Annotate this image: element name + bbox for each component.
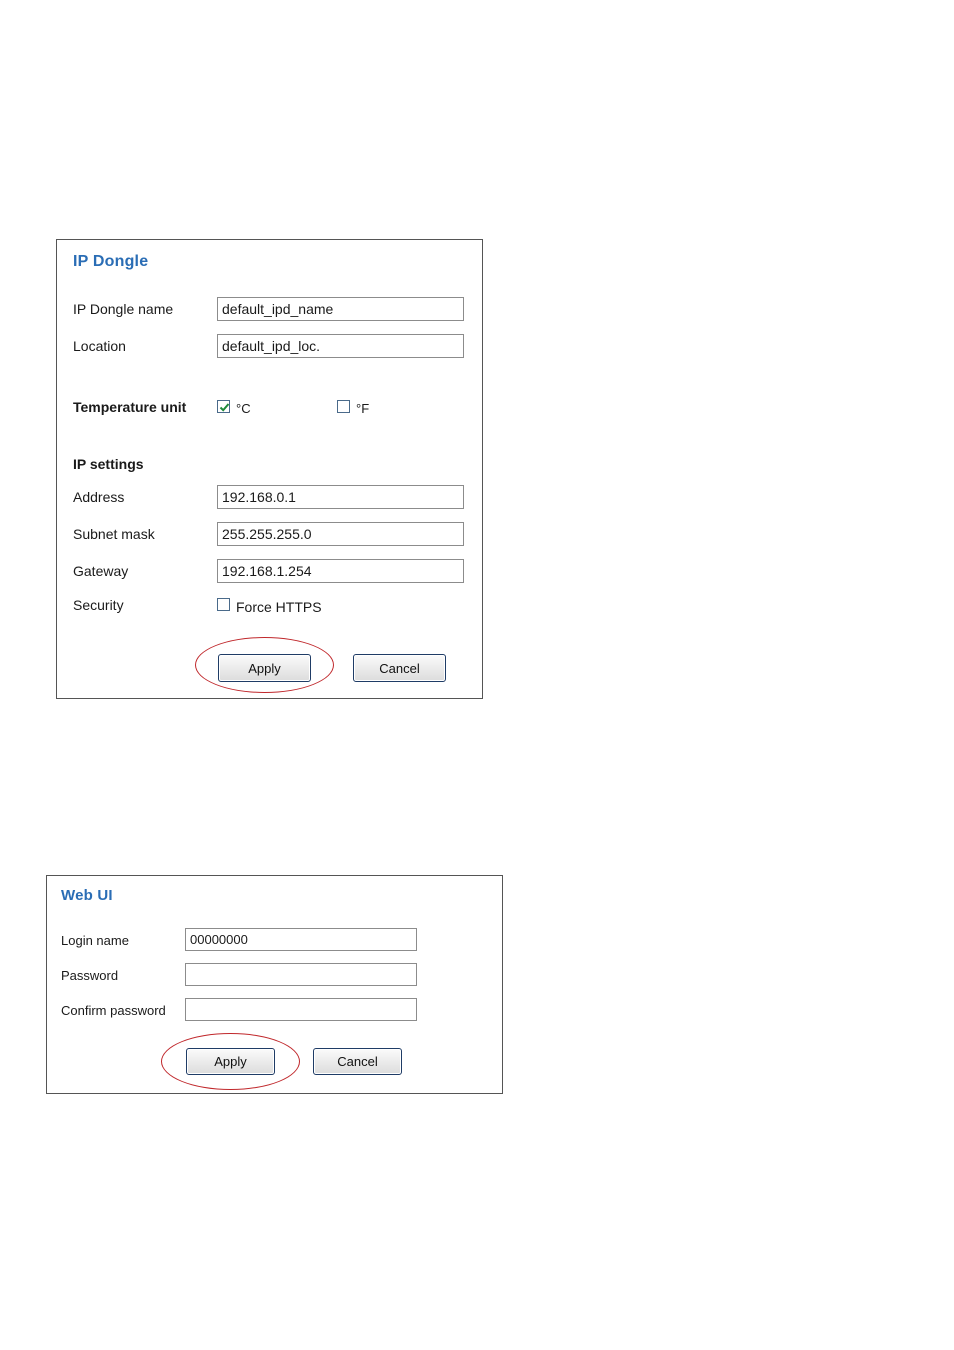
web-ui-apply-button[interactable]: Apply <box>186 1048 275 1075</box>
address-label: Address <box>73 489 125 505</box>
password-input[interactable] <box>185 963 417 986</box>
temperature-unit-label: Temperature unit <box>73 399 187 415</box>
celsius-label: °C <box>236 401 251 416</box>
web-ui-title: Web UI <box>61 887 113 904</box>
ip-dongle-title: IP Dongle <box>73 253 149 270</box>
web-ui-cancel-button[interactable]: Cancel <box>313 1048 402 1075</box>
address-input[interactable] <box>217 485 464 509</box>
celsius-checkbox[interactable] <box>217 400 230 413</box>
gateway-label: Gateway <box>73 563 129 579</box>
fahrenheit-label: °F <box>356 401 370 416</box>
gateway-input[interactable] <box>217 559 464 583</box>
web-ui-panel: Web UI Login name Password Confirm passw… <box>46 875 503 1094</box>
ip-dongle-name-label: IP Dongle name <box>73 301 174 317</box>
location-label: Location <box>73 338 126 354</box>
subnet-mask-label: Subnet mask <box>73 526 155 542</box>
login-name-input[interactable] <box>185 928 417 951</box>
force-https-label: Force HTTPS <box>236 599 322 615</box>
ip-dongle-name-input[interactable] <box>217 297 464 321</box>
ip-settings-heading: IP settings <box>73 456 144 472</box>
ip-dongle-panel: IP Dongle IP Dongle name Location Temper… <box>56 239 483 699</box>
confirm-password-label: Confirm password <box>61 1003 166 1018</box>
confirm-password-input[interactable] <box>185 998 417 1021</box>
fahrenheit-checkbox[interactable] <box>337 400 350 413</box>
force-https-checkbox[interactable] <box>217 598 230 611</box>
ip-dongle-apply-button[interactable]: Apply <box>218 654 311 682</box>
security-label: Security <box>73 597 124 613</box>
subnet-mask-input[interactable] <box>217 522 464 546</box>
ip-dongle-cancel-button[interactable]: Cancel <box>353 654 446 682</box>
location-input[interactable] <box>217 334 464 358</box>
login-name-label: Login name <box>61 933 129 948</box>
password-label: Password <box>61 968 119 983</box>
checkmark-icon <box>219 403 230 412</box>
